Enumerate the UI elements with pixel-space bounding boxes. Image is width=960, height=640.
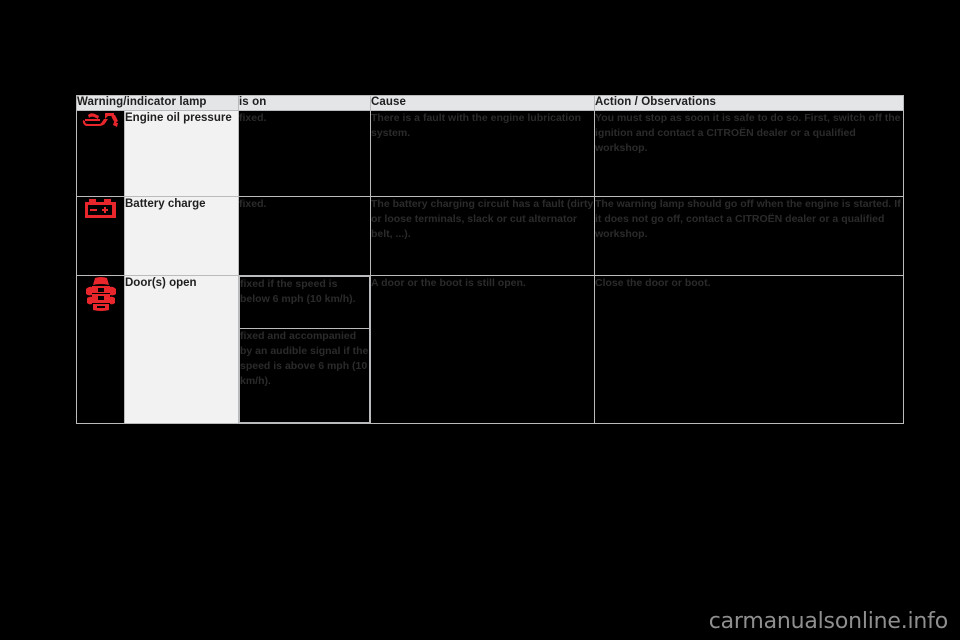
lamp-icon-cell	[76, 195, 125, 276]
lamp-action: Close the door or boot.	[594, 274, 904, 424]
lamp-action: You must stop as soon it is safe to do s…	[594, 109, 904, 197]
table-header-row: Warning/indicator lamp is on Cause Actio…	[76, 95, 904, 111]
is-on-sub-row: fixed if the speed is below 6 mph (10 km…	[239, 275, 370, 329]
lamp-icon-cell	[76, 274, 125, 424]
lamp-is-on: fixed.	[238, 195, 371, 276]
lamp-action: The warning lamp should go off when the …	[594, 195, 904, 276]
battery-icon	[84, 198, 116, 218]
column-header-is-on: is on	[238, 95, 371, 111]
table-body: Engine oil pressure fixed. There is a fa…	[76, 109, 904, 424]
lamp-cause: The battery charging circuit has a fault…	[370, 195, 595, 276]
column-header-cause: Cause	[370, 95, 595, 111]
warning-lamp-table: Warning/indicator lamp is on Cause Actio…	[76, 95, 904, 424]
is-on-sub-row: fixed and accompanied by an audible sign…	[239, 327, 370, 423]
is-on-sub-table: fixed if the speed is below 6 mph (10 km…	[239, 275, 370, 423]
table-row: Battery charge fixed. The battery chargi…	[76, 195, 904, 276]
lamp-cause: There is a fault with the engine lubrica…	[370, 109, 595, 197]
lamp-name: Door(s) open	[124, 274, 239, 424]
site-watermark: carmanualsonline.info	[708, 609, 948, 634]
table-row: Door(s) open fixed if the speed is below…	[76, 274, 904, 424]
column-header-action-observations: Action / Observations	[594, 95, 904, 111]
lamp-is-on-split: fixed if the speed is below 6 mph (10 km…	[238, 274, 371, 424]
lamp-cause: A door or the boot is still open.	[370, 274, 595, 424]
lamp-is-on-low-speed: fixed if the speed is below 6 mph (10 km…	[239, 275, 370, 329]
lamp-icon-cell	[76, 109, 125, 197]
column-header-warning-indicator-lamp: Warning/indicator lamp	[76, 95, 239, 111]
table-row: Engine oil pressure fixed. There is a fa…	[76, 109, 904, 197]
table-header: Warning/indicator lamp is on Cause Actio…	[76, 95, 904, 111]
page-root: Warning/indicator lamp is on Cause Actio…	[0, 0, 960, 640]
lamp-is-on: fixed.	[238, 109, 371, 197]
car-doors-open-icon	[85, 276, 116, 311]
lamp-name: Engine oil pressure	[124, 109, 239, 197]
oil-can-icon	[82, 112, 118, 127]
lamp-name: Battery charge	[124, 195, 239, 276]
lamp-is-on-high-speed: fixed and accompanied by an audible sign…	[239, 327, 370, 423]
